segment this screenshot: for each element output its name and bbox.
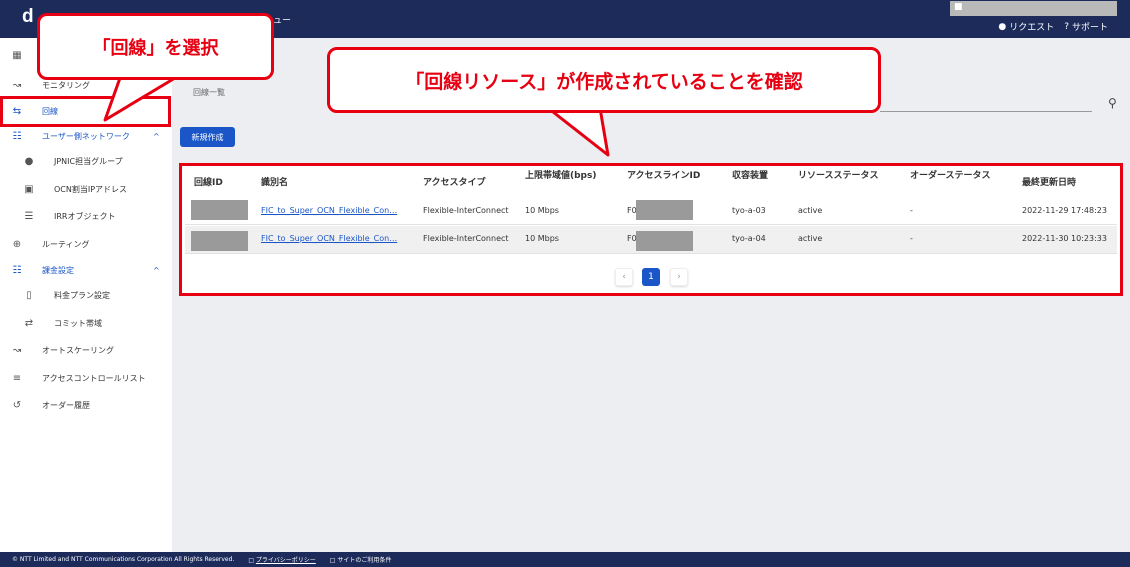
callout-select-line: 「回線」を選択 xyxy=(37,13,274,80)
callout-confirm-resource: 「回線リソース」が作成されていることを確認 xyxy=(327,47,881,113)
